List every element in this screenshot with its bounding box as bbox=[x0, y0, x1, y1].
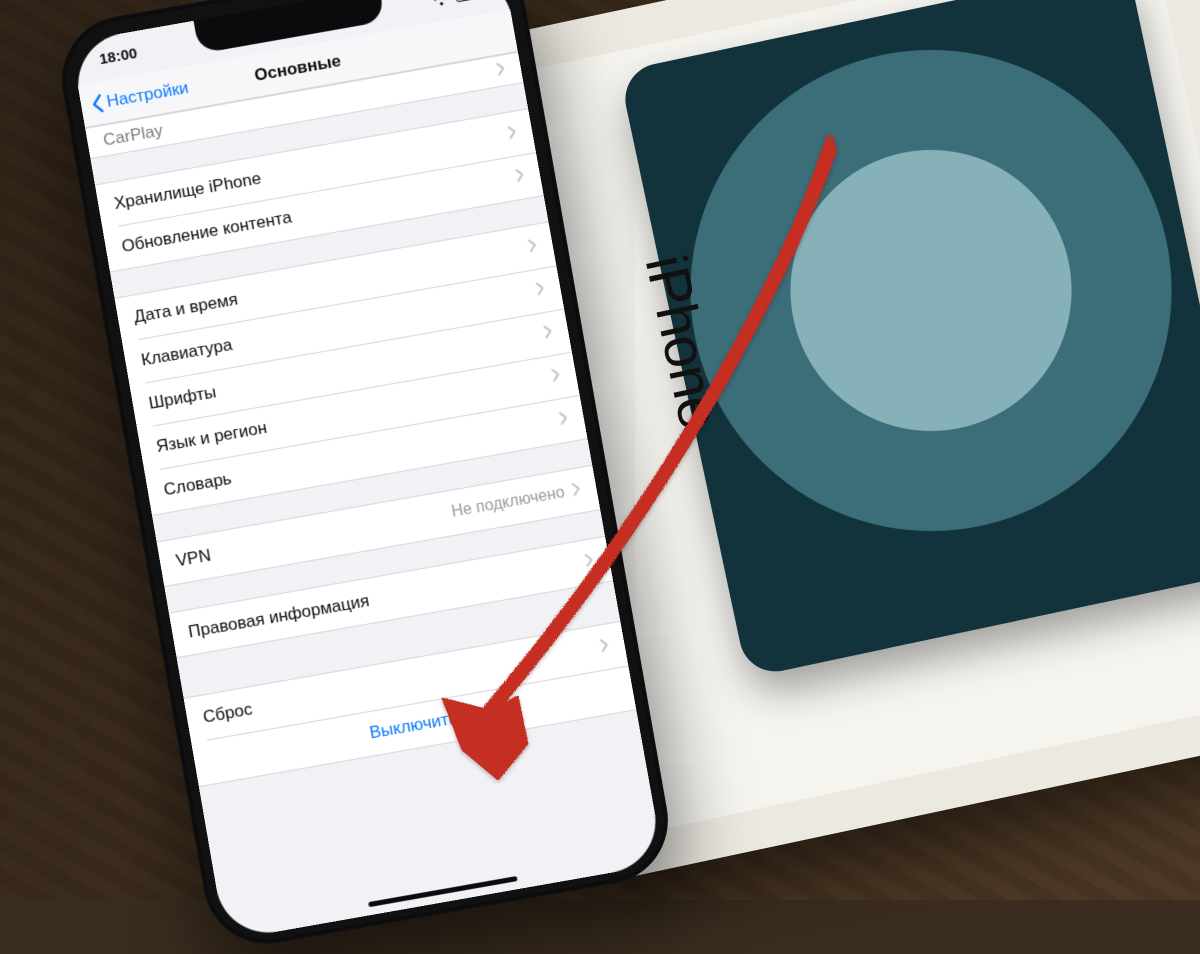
row-label: VPN bbox=[175, 503, 454, 571]
back-label: Настройки bbox=[105, 78, 190, 112]
photo-background: iPhone 18:00 Настройки Основные bbox=[0, 0, 1200, 900]
group-reset: Сброс Выключить bbox=[184, 621, 637, 787]
status-time: 18:00 bbox=[98, 45, 138, 68]
row-detail: Не подключено bbox=[450, 484, 566, 522]
wifi-icon bbox=[431, 0, 451, 7]
status-icons bbox=[431, 0, 482, 7]
battery-icon bbox=[454, 0, 482, 3]
chevron-right-icon bbox=[571, 480, 582, 501]
shutdown-label: Выключить bbox=[368, 708, 459, 743]
chevron-left-icon bbox=[89, 93, 104, 115]
back-button[interactable]: Настройки bbox=[89, 78, 190, 115]
group-input: Дата и время Клавиатура Шрифты Язык и ре… bbox=[114, 221, 587, 516]
